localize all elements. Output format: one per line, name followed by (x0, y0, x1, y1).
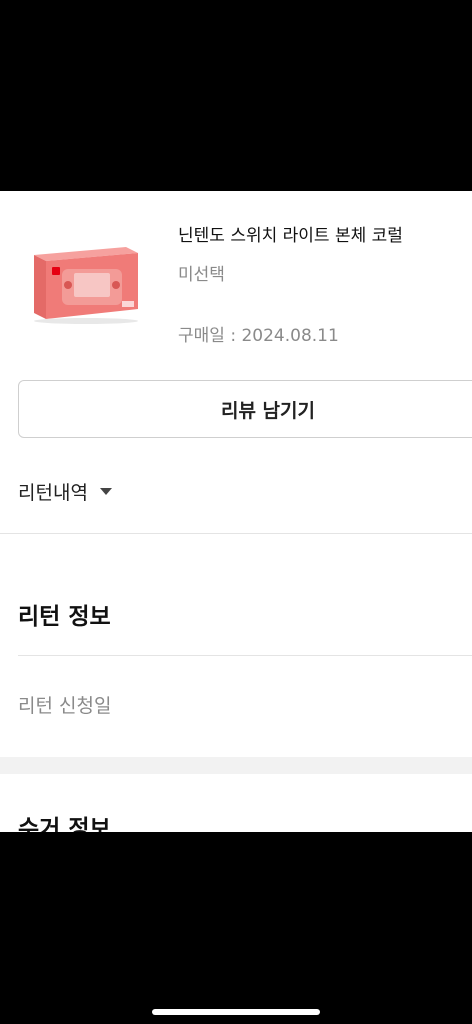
product-option: 미선택 (178, 265, 225, 285)
order-detail-content: 닌텐도 스위치 라이트 본체 코럴 미선택 구매일 : 2024.08.11 리… (0, 191, 472, 832)
return-info-title: 리턴 정보 (18, 604, 111, 630)
purchase-date: 구매일 : 2024.08.11 (178, 321, 339, 346)
write-review-button[interactable]: 리뷰 남기기 (18, 380, 472, 438)
purchase-date-label: 구매일 : (178, 326, 242, 346)
section-gap (0, 757, 472, 774)
return-request-date-label: 리턴 신청일 (18, 695, 112, 717)
pickup-info-title: 수거 정보 (18, 816, 111, 832)
product-name[interactable]: 닌텐도 스위치 라이트 본체 코럴 (178, 221, 403, 246)
return-history-toggle[interactable]: 리턴내역 (18, 478, 112, 505)
home-indicator[interactable] (152, 1009, 320, 1015)
write-review-label: 리뷰 남기기 (220, 399, 315, 422)
purchase-date-value: 2024.08.11 (241, 326, 339, 346)
caret-down-icon (99, 488, 112, 495)
top-black-area (0, 0, 472, 191)
return-history-label: 리턴내역 (18, 482, 88, 504)
section-divider (0, 533, 472, 534)
product-image[interactable] (18, 243, 146, 325)
return-info-divider (18, 655, 472, 656)
bottom-black-area (0, 832, 472, 1024)
